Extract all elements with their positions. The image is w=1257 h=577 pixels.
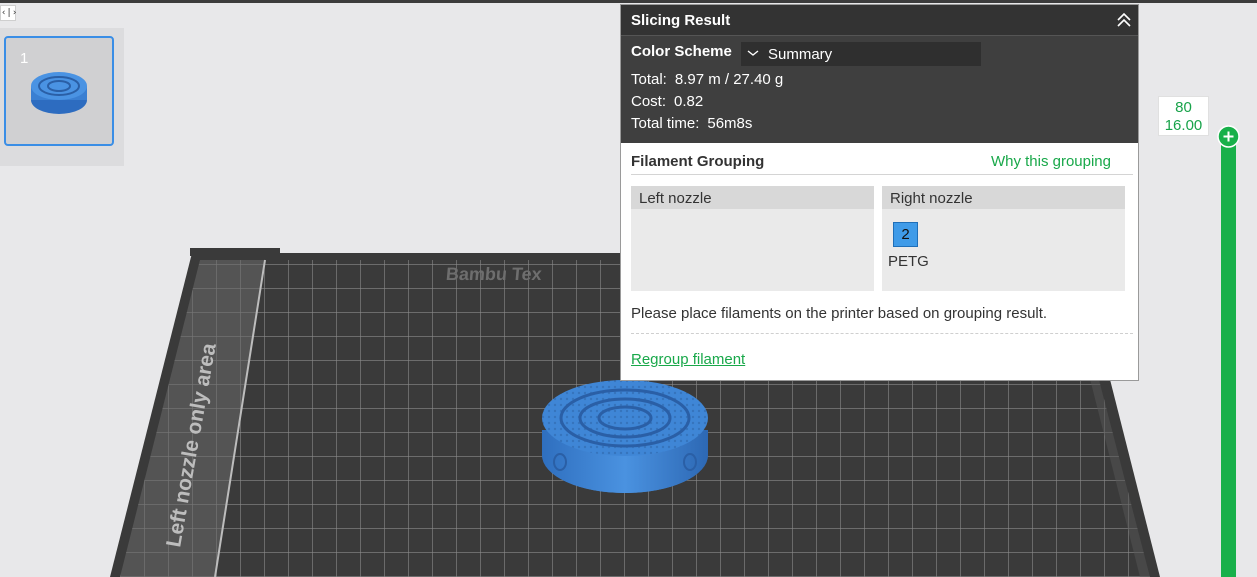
total-value: 8.97 m / 27.40 g — [674, 71, 784, 88]
sidebar-collapse-button[interactable]: ‹|› — [0, 5, 17, 21]
plate-list: 1 — [0, 28, 124, 166]
cost-stat: Cost: 0.82 — [631, 93, 703, 110]
color-scheme-dropdown[interactable]: Summary — [741, 42, 981, 66]
filament-slot-chip[interactable]: 2 — [893, 222, 918, 247]
filament-type-label: PETG — [888, 253, 929, 270]
plate-thumbnail[interactable]: 1 — [4, 36, 114, 146]
slicing-result-panel: Slicing Result Color Scheme Summary Tota… — [620, 4, 1139, 381]
layer-number: 80 — [1175, 99, 1192, 116]
total-label: Total: — [631, 71, 667, 88]
right-nozzle-label: Right nozzle — [890, 190, 973, 207]
regroup-filament-link[interactable]: Regroup filament — [631, 351, 745, 368]
total-time-value: 56m8s — [707, 115, 753, 132]
total-stat: Total: 8.97 m / 27.40 g — [631, 71, 783, 88]
placement-note: Please place filaments on the printer ba… — [631, 305, 1048, 322]
filament-grouping-title: Filament Grouping — [631, 153, 765, 170]
cost-value: 0.82 — [674, 93, 704, 110]
slicing-result-title: Slicing Result — [631, 12, 731, 29]
left-nozzle-label: Left nozzle — [639, 190, 712, 207]
why-this-grouping-link[interactable]: Why this grouping — [991, 153, 1111, 170]
cost-label: Cost: — [631, 93, 667, 110]
right-nozzle-header: Right nozzle — [882, 186, 1125, 209]
bed-brand-text: Bambu Tex — [445, 264, 542, 284]
model-3d[interactable] — [542, 380, 708, 493]
layer-slider-handle-plus-icon[interactable] — [1217, 125, 1240, 148]
left-nozzle-box: Left nozzle — [631, 186, 874, 291]
right-nozzle-box: Right nozzle 2 PETG — [882, 186, 1125, 291]
left-nozzle-header: Left nozzle — [631, 186, 874, 209]
layer-height: 16.00 — [1164, 117, 1203, 134]
plate-model-preview — [31, 72, 87, 114]
dashed-divider — [631, 333, 1133, 334]
collapse-up-icon[interactable] — [1116, 11, 1132, 29]
divider — [631, 174, 1133, 175]
total-time-stat: Total time: 56m8s — [631, 115, 752, 132]
color-scheme-label: Color Scheme — [631, 43, 732, 60]
chevron-down-icon — [747, 50, 759, 56]
color-scheme-value: Summary — [768, 46, 833, 63]
layer-slider-label: 80 16.00 — [1158, 96, 1209, 136]
layer-slider-track[interactable] — [1221, 133, 1236, 577]
total-time-label: Total time: — [631, 115, 700, 132]
slicing-result-header[interactable]: Slicing Result — [621, 5, 1138, 36]
